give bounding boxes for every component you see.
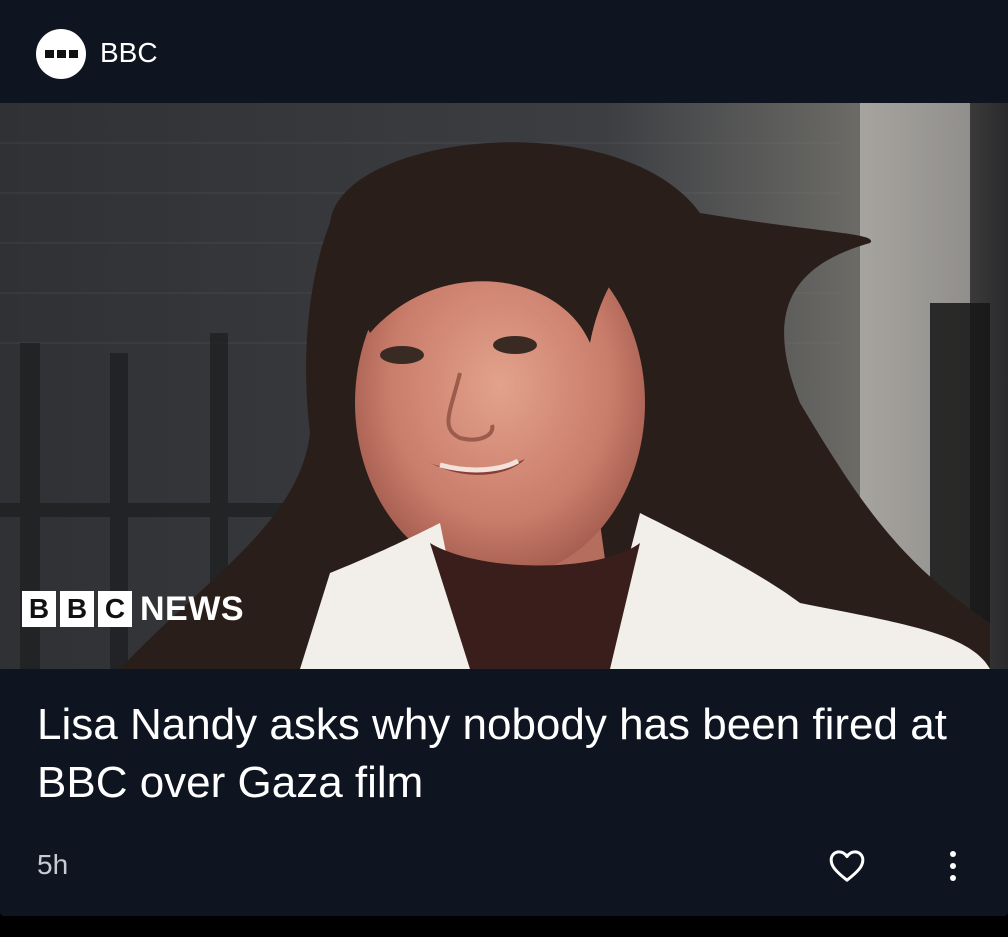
news-card[interactable]: BBC B B C NEWS Lisa Nandy asks why nobod… xyxy=(0,0,1008,916)
article-headline[interactable]: Lisa Nandy asks why nobody has been fire… xyxy=(37,696,967,812)
bbc-logo-icon xyxy=(36,29,86,79)
next-card-edge xyxy=(0,916,1008,937)
photo-illustration xyxy=(0,103,1008,669)
bbc-news-watermark: B B C NEWS xyxy=(22,589,244,629)
article-age: 5h xyxy=(37,849,69,880)
heart-outline-icon[interactable] xyxy=(826,846,868,886)
news-word: NEWS xyxy=(140,589,244,628)
more-vertical-icon[interactable] xyxy=(938,846,968,886)
card-header: BBC xyxy=(0,0,1008,103)
bbc-block-2: B xyxy=(60,591,94,627)
bbc-block-3: C xyxy=(98,591,132,627)
source-name: BBC xyxy=(100,37,158,68)
article-image[interactable]: B B C NEWS xyxy=(0,103,1008,669)
bbc-block-1: B xyxy=(22,591,56,627)
